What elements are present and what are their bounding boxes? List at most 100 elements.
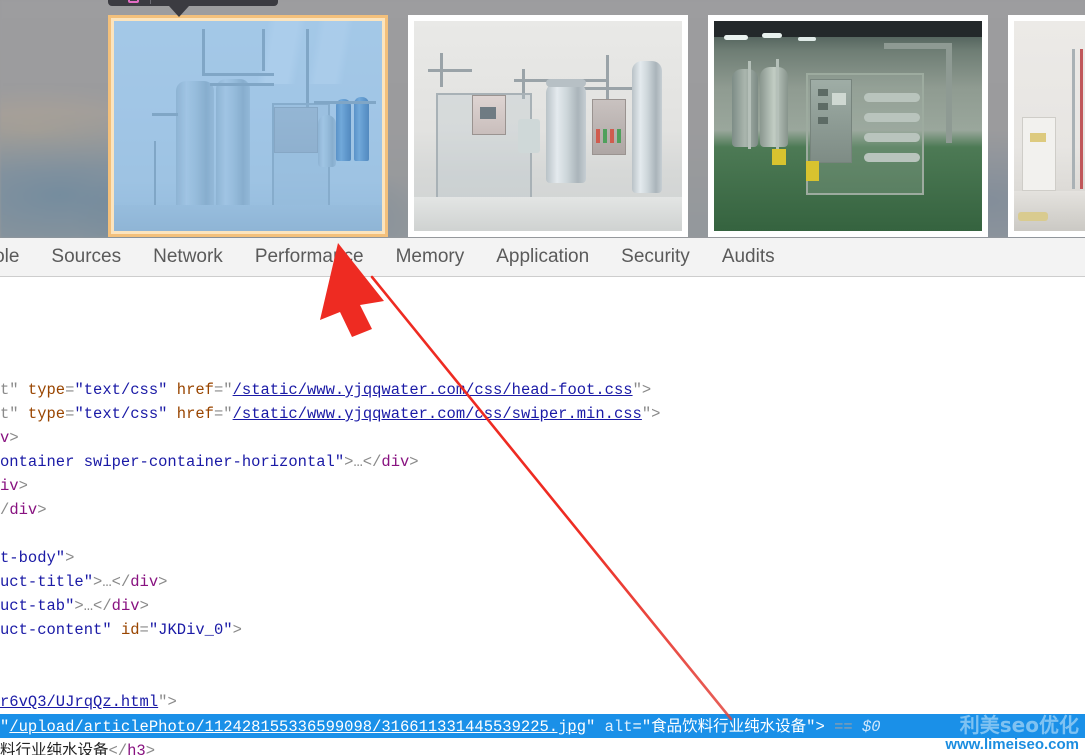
photo-cleanroom-ro-skid — [114, 21, 382, 231]
tab-performance[interactable]: Performance — [239, 238, 380, 276]
code-token-punc: =" — [633, 718, 652, 736]
dom-line-selected[interactable]: "/upload/articlePhoto/112428155336599098… — [0, 714, 1085, 738]
dom-line[interactable]: uct-tab">…</div> — [0, 594, 149, 618]
dom-line[interactable]: 料行业纯水设备</h3> — [0, 738, 155, 755]
screenshot-root: nsole Sources Network Performance Memory… — [0, 0, 1085, 755]
code-token-punc: "> — [158, 693, 177, 711]
code-token-attr: alt — [605, 718, 633, 736]
code-token-punc: > — [74, 597, 83, 615]
dom-line[interactable]: uct-content" id="JKDiv_0"> — [0, 618, 242, 642]
code-token-link[interactable]: /static/www.yjqqwater.com/css/swiper.min… — [233, 405, 642, 423]
carousel-thumbnail-2[interactable] — [408, 15, 688, 237]
dom-line[interactable]: /div> — [0, 498, 47, 522]
code-token-punc: "> — [806, 718, 825, 736]
code-token-tag: h3 — [127, 742, 146, 755]
code-token-dollar: $0 — [862, 718, 881, 736]
dom-line[interactable]: r6vQ3/UJrqQz.html"> — [0, 690, 177, 714]
dom-tree-view[interactable]: t" type = "text/css" href =" /static/www.yjq… — [0, 277, 1085, 755]
code-token-attrval: "text/css" — [74, 405, 167, 423]
devtools-panel: nsole Sources Network Performance Memory… — [0, 238, 1085, 755]
carousel-thumbnail-1[interactable] — [108, 15, 388, 237]
code-token-attrval: ontainer swiper-container-horizontal" — [0, 453, 344, 471]
code-token-punc: > — [9, 429, 18, 447]
code-token-tag: div — [381, 453, 409, 471]
code-token-attr: type — [28, 381, 65, 399]
code-token-punc: > — [37, 501, 46, 519]
code-token-punc: </ — [363, 453, 382, 471]
code-token-punc: " — [586, 718, 605, 736]
code-token-attr: href — [177, 381, 214, 399]
code-token-cjk: 食品饮料行业纯水设备 — [651, 717, 806, 735]
code-token-punc: > — [65, 549, 74, 567]
carousel-thumbnail-3[interactable] — [708, 15, 988, 237]
code-token-punc — [167, 381, 176, 399]
tooltip-separator — [150, 0, 151, 4]
dom-line[interactable]: t-body"> — [0, 546, 74, 570]
devtools-inspect-tooltip — [108, 0, 278, 6]
code-token-punc: = — [140, 621, 149, 639]
photo-green-floor-ro-hall — [714, 21, 982, 231]
photo-grey-room-stainless — [414, 21, 682, 231]
thumbnail-3-photo — [714, 21, 982, 231]
code-token-attrval: "JKDiv_0" — [149, 621, 233, 639]
dom-line[interactable]: t" type="text/css" href="/static/www.yjq… — [0, 402, 660, 426]
code-token-punc: </ — [93, 597, 112, 615]
code-token-attr: href — [177, 405, 214, 423]
code-token-tag: div — [9, 501, 37, 519]
code-token-attrval: "text/css" — [74, 381, 167, 399]
code-token-cjk: 料行业纯水设备 — [0, 741, 109, 755]
tab-sources[interactable]: Sources — [35, 238, 137, 276]
tab-security[interactable]: Security — [605, 238, 706, 276]
code-token-punc: "> — [642, 405, 661, 423]
code-token-punc: > — [146, 742, 155, 755]
code-token-punc: t" — [0, 405, 28, 423]
code-token-attrval: uct-tab" — [0, 597, 74, 615]
tab-memory[interactable]: Memory — [380, 238, 481, 276]
carousel-thumbnail-4[interactable] — [1008, 15, 1085, 237]
code-token-punc: </ — [112, 573, 131, 591]
code-token-attrval: uct-content" — [0, 621, 112, 639]
devtools-tab-bar: nsole Sources Network Performance Memory… — [0, 238, 1085, 277]
dom-line[interactable]: ontainer swiper-container-horizontal" > …<… — [0, 450, 419, 474]
dom-line[interactable]: uct-title">…</div> — [0, 570, 167, 594]
tooltip-pointer-icon — [169, 6, 189, 17]
product-image-carousel — [0, 0, 1085, 238]
code-token-punc: > — [158, 573, 167, 591]
code-token-ell: … — [353, 453, 362, 471]
code-token-attr: type — [28, 405, 65, 423]
code-token-ell: … — [102, 573, 111, 591]
watermark: 利美seo优化 www.limeiseo.com — [945, 715, 1079, 753]
photo-white-room-piping — [1014, 21, 1085, 231]
code-token-punc — [167, 405, 176, 423]
code-token-punc: > — [409, 453, 418, 471]
code-token-punc — [112, 621, 121, 639]
code-token-attrval: t-body" — [0, 549, 65, 567]
dom-line[interactable]: t" type="text/css" href="/static/www.yjq… — [0, 378, 651, 402]
tab-network[interactable]: Network — [137, 238, 239, 276]
tab-console[interactable]: nsole — [0, 238, 35, 276]
tab-application[interactable]: Application — [480, 238, 605, 276]
watermark-url: www.limeiseo.com — [945, 737, 1079, 753]
dom-line[interactable]: v> — [0, 426, 19, 450]
code-token-punc: > — [19, 477, 28, 495]
code-token-tag: div — [130, 573, 158, 591]
thumbnail-4-photo — [1014, 21, 1085, 231]
code-token-link[interactable]: r6vQ3/UJrqQz.html — [0, 693, 158, 711]
code-token-punc: </ — [109, 742, 128, 755]
code-token-attrval: uct-title" — [0, 573, 93, 591]
code-token-ell: … — [84, 597, 93, 615]
dom-line[interactable]: iv> — [0, 474, 28, 498]
code-token-punc: > — [140, 597, 149, 615]
tab-audits[interactable]: Audits — [706, 238, 791, 276]
thumbnail-1-photo — [114, 21, 382, 231]
thumbnail-2-photo — [414, 21, 682, 231]
watermark-brand: 利美seo优化 — [945, 715, 1079, 736]
code-token-link[interactable]: /static/www.yjqqwater.com/css/head-foot.… — [233, 381, 633, 399]
code-token-punc: "> — [633, 381, 652, 399]
code-token-attr: id — [121, 621, 140, 639]
code-token-link[interactable]: /upload/articlePhoto/112428155336599098/… — [9, 718, 586, 736]
code-token-punc: / — [0, 501, 9, 519]
code-token-punc: > — [93, 573, 102, 591]
code-token-punc: " — [0, 718, 9, 736]
code-token-punc: t" — [0, 381, 28, 399]
